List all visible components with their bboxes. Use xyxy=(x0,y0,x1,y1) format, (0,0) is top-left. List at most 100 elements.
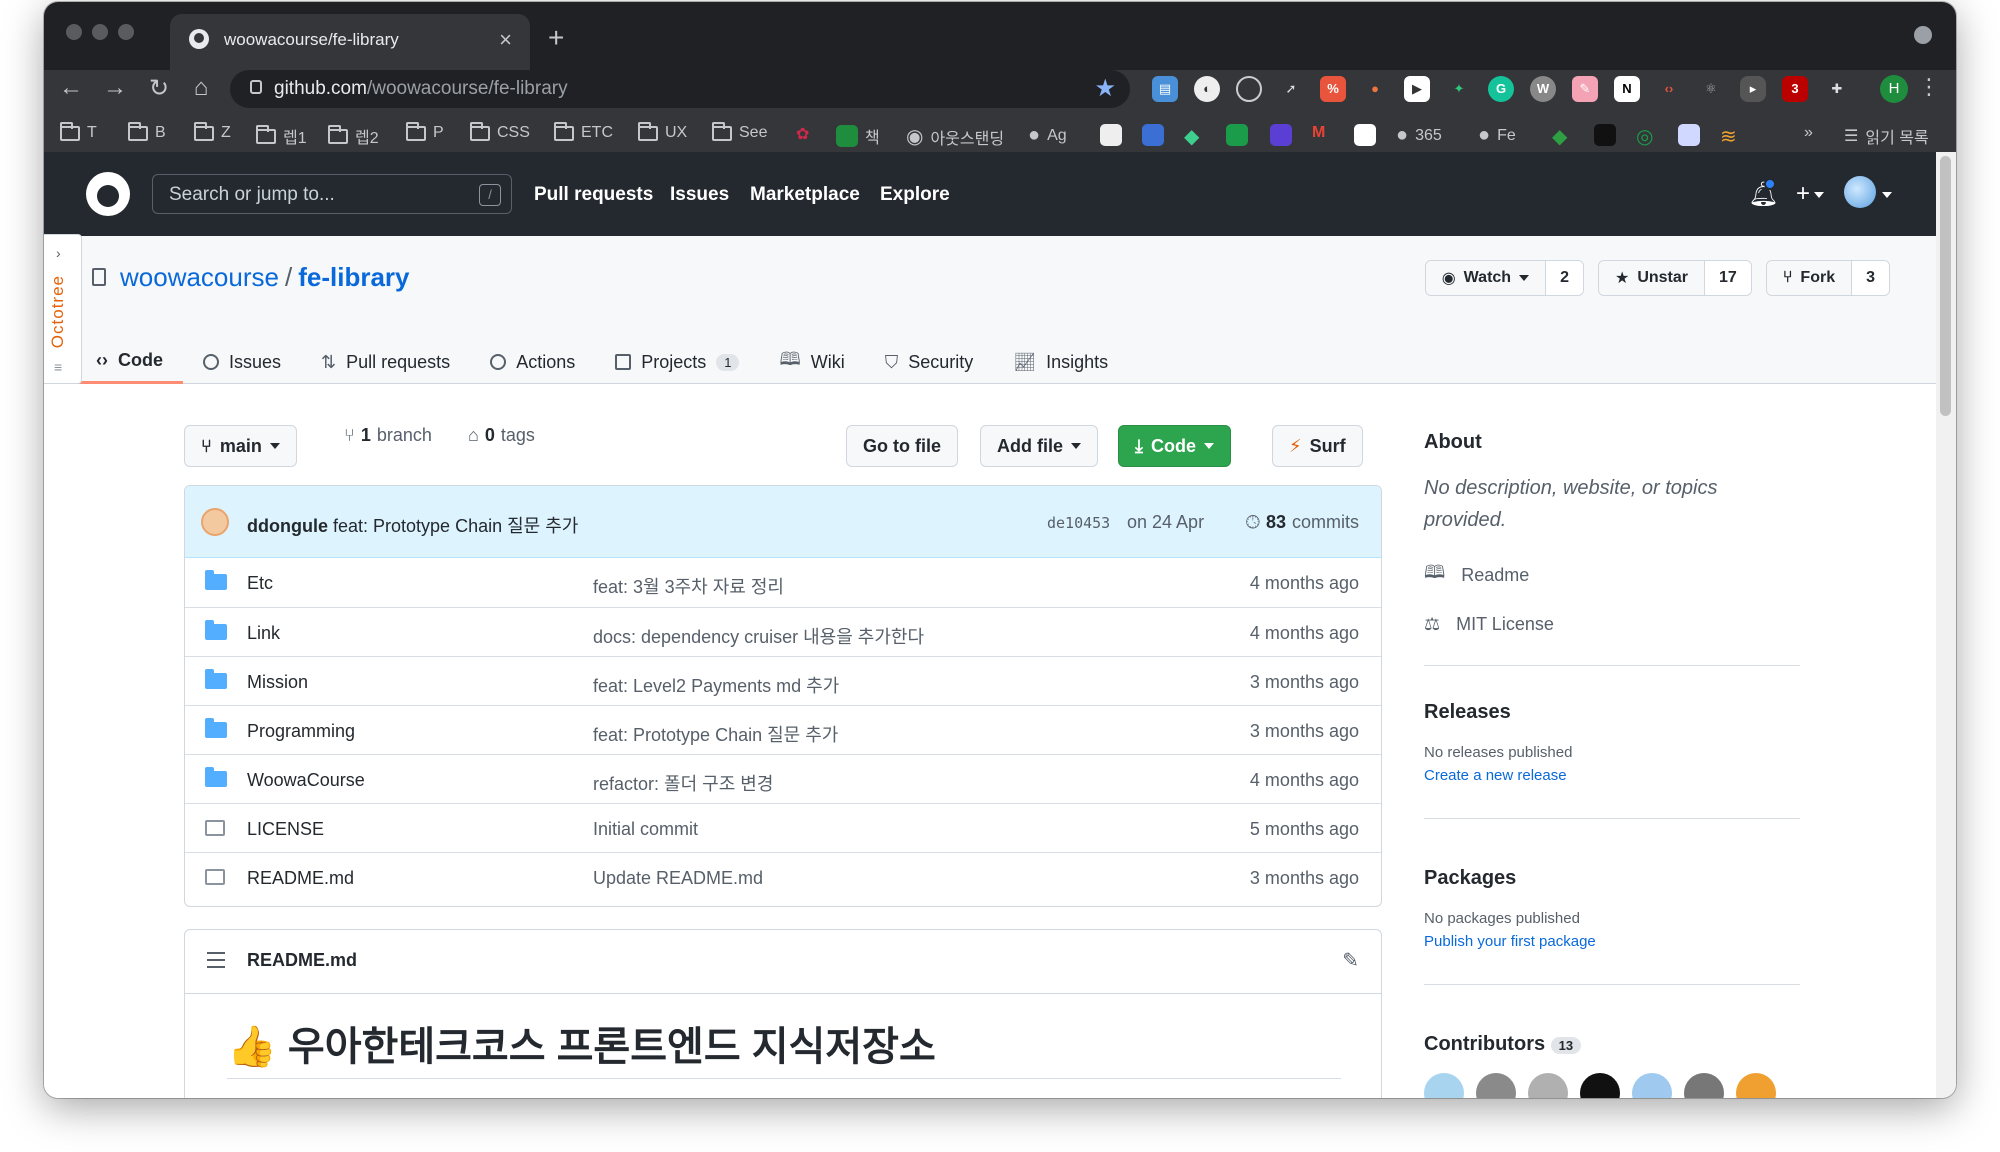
file-row[interactable]: Etc feat: 3월 3주차 자료 정리 4 months ago xyxy=(185,558,1381,607)
commit-author[interactable]: ddongule xyxy=(247,516,328,536)
file-commit-message[interactable]: feat: 3월 3주차 자료 정리 xyxy=(593,573,784,599)
page-scrollbar[interactable] xyxy=(1936,152,1956,1098)
file-commit-message[interactable]: feat: Prototype Chain 질문 추가 xyxy=(593,721,838,747)
minimize-window-button[interactable] xyxy=(92,24,108,40)
user-avatar[interactable] xyxy=(1844,176,1876,208)
extension-icon[interactable]: ▶ xyxy=(1404,76,1430,102)
bookmark-item[interactable]: ◆ xyxy=(1184,124,1199,149)
bookmark-item[interactable] xyxy=(1678,124,1700,146)
contributor-avatar[interactable] xyxy=(1736,1073,1776,1098)
bookmark-folder[interactable]: T xyxy=(60,121,97,142)
maximize-window-button[interactable] xyxy=(118,24,134,40)
contributors-title[interactable]: Contributors 13 xyxy=(1424,1033,1800,1056)
cursor-extension-icon[interactable]: ➚ xyxy=(1278,76,1304,102)
bookmark-item[interactable]: ◆ xyxy=(1552,124,1567,149)
close-tab-icon[interactable]: × xyxy=(499,27,512,53)
drag-handle-icon[interactable]: ≡ xyxy=(54,359,62,375)
bookmark-item[interactable] xyxy=(1100,124,1122,146)
file-row[interactable]: README.md Update README.md 3 months ago xyxy=(185,852,1381,901)
author-avatar[interactable] xyxy=(201,508,229,536)
file-row[interactable]: LICENSE Initial commit 5 months ago xyxy=(185,803,1381,852)
bookmark-item[interactable] xyxy=(1354,124,1376,146)
react-devtools-icon[interactable]: ⚛ xyxy=(1698,76,1724,102)
go-to-file-button[interactable]: Go to file xyxy=(846,425,958,467)
file-name-link[interactable]: Etc xyxy=(247,573,273,594)
contributor-avatar[interactable] xyxy=(1632,1073,1672,1098)
bookmark-star-icon[interactable]: ★ xyxy=(1094,74,1116,103)
readme-link[interactable]: 🕮︎ Readme xyxy=(1424,560,1800,590)
tab-code[interactable]: ‹› Code xyxy=(76,340,183,384)
surf-button[interactable]: ⚡ Surf xyxy=(1272,425,1363,467)
bookmark-folder[interactable]: P xyxy=(406,121,444,142)
bookmark-folder[interactable]: See xyxy=(712,121,767,142)
home-button[interactable]: ⌂ xyxy=(184,74,218,102)
extension-icon[interactable]: ◐ xyxy=(1194,76,1220,102)
octotree-toggle[interactable]: › Octotree ≡ xyxy=(44,234,82,384)
tab-search-button[interactable] xyxy=(1914,26,1932,44)
bookmark-item[interactable]: M xyxy=(1312,124,1325,142)
file-name-link[interactable]: Mission xyxy=(247,672,308,693)
forward-button[interactable]: → xyxy=(98,74,132,102)
scrollbar-thumb[interactable] xyxy=(1940,156,1951,416)
bookmark-item[interactable] xyxy=(1594,124,1616,146)
commit-message[interactable]: feat: Prototype Chain 질문 추가 xyxy=(333,516,578,536)
nav-issues[interactable]: Issues xyxy=(670,184,729,206)
close-window-button[interactable] xyxy=(66,24,82,40)
reading-list-button[interactable]: ☰ 읽기 목록 xyxy=(1844,124,1929,148)
tab-actions[interactable]: Actions xyxy=(470,340,595,384)
publish-package-link[interactable]: Publish your first package xyxy=(1424,933,1800,950)
file-commit-message[interactable]: Initial commit xyxy=(593,819,698,840)
github-logo-icon[interactable] xyxy=(86,172,130,216)
tab-issues[interactable]: Issues xyxy=(183,340,301,384)
file-commit-message[interactable]: Update README.md xyxy=(593,868,763,889)
commit-sha[interactable]: de10453 xyxy=(1047,514,1110,532)
edit-pencil-icon[interactable]: ✎ xyxy=(1342,948,1359,973)
file-commit-message[interactable]: docs: dependency cruiser 내용을 추가한다 xyxy=(593,623,924,649)
bookmark-item[interactable] xyxy=(1270,124,1292,146)
file-commit-message[interactable]: feat: Level2 Payments md 추가 xyxy=(593,672,839,698)
contributor-avatar[interactable] xyxy=(1528,1073,1568,1098)
ublock-icon[interactable]: 3 xyxy=(1782,76,1808,102)
create-new-plus-icon[interactable]: + xyxy=(1796,180,1825,208)
nav-pull-requests[interactable]: Pull requests xyxy=(534,184,653,206)
extensions-puzzle-icon[interactable]: ✚ xyxy=(1824,76,1850,102)
unstar-button[interactable]: ★ Unstar xyxy=(1598,261,1705,295)
extension-icon[interactable] xyxy=(1236,76,1262,102)
extension-icon[interactable]: ✦ xyxy=(1446,76,1472,102)
create-release-link[interactable]: Create a new release xyxy=(1424,767,1800,784)
file-name-link[interactable]: Programming xyxy=(247,721,355,742)
bookmark-item[interactable]: ◎ xyxy=(1636,124,1653,149)
bookmark-folder[interactable]: 렙1 xyxy=(256,124,307,148)
address-bar[interactable]: github.com/woowacourse/fe-library ★ xyxy=(230,70,1130,108)
tags-link[interactable]: ⌂ 0 tags xyxy=(468,425,535,446)
back-button[interactable]: ← xyxy=(54,74,88,102)
packages-title[interactable]: Packages xyxy=(1424,867,1800,890)
file-name-link[interactable]: README.md xyxy=(247,868,354,889)
bookmark-item[interactable]: 책 xyxy=(836,124,880,148)
extension-icon[interactable]: % xyxy=(1320,76,1346,102)
bookmark-folder[interactable]: 렙2 xyxy=(328,124,379,148)
file-name-link[interactable]: LICENSE xyxy=(247,819,324,840)
file-name-link[interactable]: WoowaCourse xyxy=(247,770,365,791)
file-row[interactable]: WoowaCourse refactor: 폴더 구조 변경 4 months ag… xyxy=(185,754,1381,803)
bookmark-item[interactable]: ● Fe xyxy=(1478,124,1516,147)
new-tab-button[interactable]: + xyxy=(548,22,564,54)
reload-button[interactable]: ↻ xyxy=(142,74,176,103)
bookmark-folder[interactable]: UX xyxy=(638,121,687,142)
extension-icon[interactable]: ▸ xyxy=(1740,76,1766,102)
bookmark-item[interactable]: ● 365 xyxy=(1396,124,1442,147)
tab-security[interactable]: ⛉ Security xyxy=(865,340,994,384)
code-download-button[interactable]: ⤓ Code xyxy=(1118,425,1231,467)
bookmark-item[interactable] xyxy=(1142,124,1164,146)
watch-count[interactable]: 2 xyxy=(1545,261,1583,295)
search-input[interactable]: Search or jump to... / xyxy=(152,174,512,214)
nav-marketplace[interactable]: Marketplace xyxy=(750,184,860,206)
file-row[interactable]: Mission feat: Level2 Payments md 추가 3 mont… xyxy=(185,656,1381,705)
bookmark-folder[interactable]: Z xyxy=(194,121,231,142)
extension-icon[interactable]: ● xyxy=(1362,76,1388,102)
fork-button[interactable]: ⑂ Fork xyxy=(1766,261,1852,295)
extension-icon[interactable]: ▤ xyxy=(1152,76,1178,102)
bookmark-item[interactable]: ● Ag xyxy=(1028,124,1067,147)
tab-insights[interactable]: 📈︎ Insights xyxy=(993,340,1128,384)
extension-icon[interactable]: W xyxy=(1530,76,1556,102)
